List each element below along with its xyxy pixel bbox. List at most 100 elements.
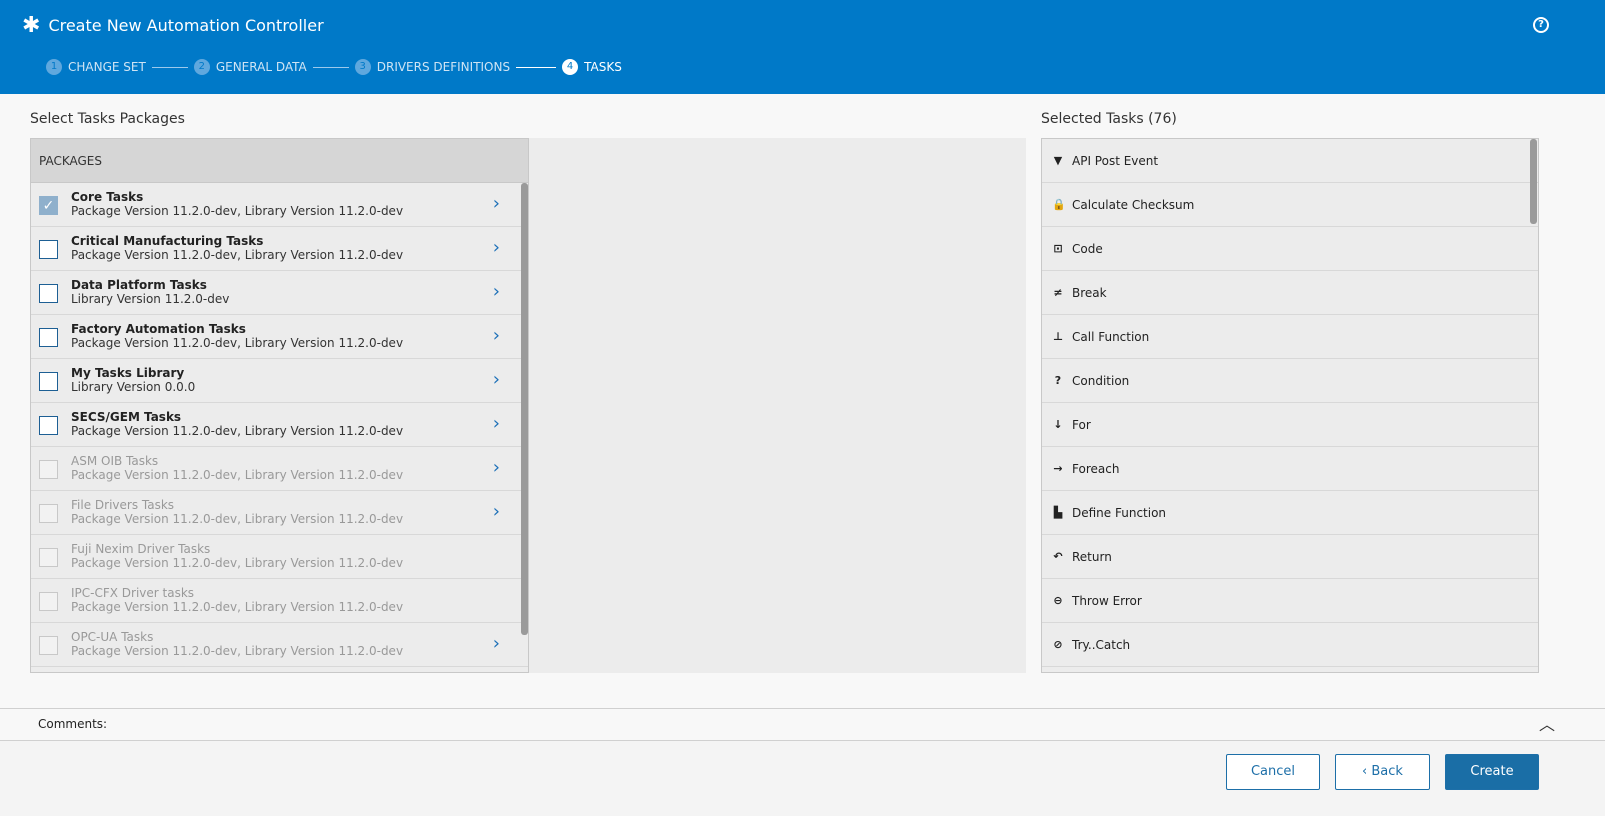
step-drivers-definitions[interactable]: 3 DRIVERS DEFINITIONS — [354, 59, 510, 75]
package-item[interactable]: ✓ Core Tasks Package Version 11.2.0-dev,… — [31, 183, 528, 227]
comments-bar[interactable]: Comments: ︿ — [0, 708, 1605, 741]
package-checkbox[interactable] — [39, 416, 58, 435]
task-item[interactable]: ⊡ Code — [1042, 227, 1538, 271]
package-item[interactable]: Data Platform Tasks Library Version 11.2… — [31, 271, 528, 315]
task-item[interactable]: ⊥ Call Function — [1042, 315, 1538, 359]
step-label: TASKS — [584, 60, 622, 74]
package-checkbox[interactable] — [39, 372, 58, 391]
chevron-right-icon[interactable]: › — [493, 369, 500, 390]
package-checkbox[interactable] — [39, 284, 58, 303]
api-event-icon: ▼ — [1053, 154, 1063, 167]
wizard-steps: 1 CHANGE SET 2 GENERAL DATA 3 DRIVERS DEFIN… — [46, 59, 622, 75]
task-item[interactable]: ≠ Break — [1042, 271, 1538, 315]
package-name: OPC-UA Tasks — [71, 630, 154, 644]
package-item[interactable]: Factory Automation Tasks Package Version… — [31, 315, 528, 359]
undo-icon: ↶ — [1053, 550, 1063, 563]
package-item[interactable]: IPC-CFX Driver tasks Package Version 11.… — [31, 579, 528, 623]
step-connector — [516, 66, 557, 68]
step-general-data[interactable]: 2 GENERAL DATA — [193, 59, 307, 75]
package-item[interactable]: File Drivers Tasks Package Version 11.2.… — [31, 491, 528, 535]
task-item[interactable]: → Foreach — [1042, 447, 1538, 491]
package-version: Package Version 11.2.0-dev, Library Vers… — [71, 556, 404, 570]
try-catch-icon: ⊘ — [1053, 638, 1063, 651]
chevron-right-icon[interactable]: › — [493, 237, 500, 258]
packages-title: Select Tasks Packages — [30, 111, 185, 127]
title-text: Create New Automation Controller — [48, 16, 324, 35]
package-checkbox[interactable] — [39, 636, 58, 655]
task-item[interactable]: ▼ API Post Event — [1042, 139, 1538, 183]
package-version: Package Version 11.2.0-dev, Library Vers… — [71, 204, 404, 218]
step-tasks[interactable]: 4 TASKS — [562, 59, 622, 75]
chevron-right-icon[interactable]: › — [493, 457, 500, 478]
package-name: ASM OIB Tasks — [71, 454, 159, 468]
cancel-button[interactable]: Cancel — [1226, 754, 1320, 790]
footer: Cancel ‹ Back Create — [0, 741, 1605, 816]
hierarchy-icon: ⊥ — [1052, 330, 1064, 343]
package-checkbox[interactable] — [39, 548, 58, 567]
packages-header: PACKAGES — [31, 139, 528, 183]
task-label: Condition — [1072, 373, 1130, 388]
packages-scrollbar[interactable] — [521, 183, 528, 635]
package-checkbox[interactable] — [39, 240, 58, 259]
package-version: Package Version 11.2.0-dev, Library Vers… — [71, 468, 404, 482]
package-version: Package Version 11.2.0-dev, Library Vers… — [71, 248, 404, 262]
chevron-right-icon[interactable]: › — [493, 325, 500, 346]
step-change-set[interactable]: 1 CHANGE SET — [46, 59, 146, 75]
task-label: Calculate Checksum — [1072, 197, 1195, 212]
chevron-up-icon[interactable]: ︿ — [1539, 709, 1555, 740]
package-name: Data Platform Tasks — [71, 278, 207, 292]
package-item[interactable]: OPC-UA Tasks Package Version 11.2.0-dev,… — [31, 623, 528, 667]
create-button[interactable]: Create — [1445, 754, 1539, 790]
package-name: Fuji Nexim Driver Tasks — [71, 542, 211, 556]
step-connector — [312, 66, 349, 68]
package-item[interactable]: SECS/GEM Tasks Package Version 11.2.0-de… — [31, 403, 528, 447]
package-name: Critical Manufacturing Tasks — [71, 234, 264, 248]
lock-icon: 🔒 — [1052, 198, 1066, 211]
chevron-left-icon: ‹ — [1362, 764, 1372, 779]
chevron-right-icon[interactable]: › — [493, 633, 500, 654]
package-checkbox[interactable] — [39, 504, 58, 523]
header: ✱ Create New Automation Controller ? 1 CHA… — [0, 0, 1605, 94]
package-details-area — [529, 138, 1026, 673]
step-connector — [151, 66, 188, 68]
task-item[interactable]: ⊖ Throw Error — [1042, 579, 1538, 623]
question-icon: ? — [1054, 374, 1062, 387]
package-name: File Drivers Tasks — [71, 498, 175, 512]
package-item[interactable]: My Tasks Library Library Version 0.0.0 › — [31, 359, 528, 403]
dialog-title: ✱ Create New Automation Controller — [22, 13, 324, 38]
minus-circle-icon: ⊖ — [1053, 594, 1063, 607]
back-button[interactable]: ‹ Back — [1335, 754, 1430, 790]
package-version: Package Version 11.2.0-dev, Library Vers… — [71, 512, 404, 526]
task-item[interactable]: ? Condition — [1042, 359, 1538, 403]
terminal-icon: ⊡ — [1053, 242, 1063, 255]
step-number: 3 — [354, 59, 371, 75]
package-checkbox[interactable] — [39, 460, 58, 479]
help-icon[interactable]: ? — [1533, 17, 1549, 33]
chevron-right-icon[interactable]: › — [493, 413, 500, 434]
chevron-right-icon[interactable]: › — [493, 193, 500, 214]
package-version: Package Version 11.2.0-dev, Library Vers… — [71, 644, 404, 658]
task-label: For — [1072, 417, 1091, 432]
chevron-right-icon[interactable]: › — [493, 281, 500, 302]
task-item[interactable]: ↶ Return — [1042, 535, 1538, 579]
package-item[interactable]: ASM OIB Tasks Package Version 11.2.0-dev… — [31, 447, 528, 491]
package-name: Core Tasks — [71, 190, 144, 204]
package-name: Factory Automation Tasks — [71, 322, 246, 336]
package-item[interactable]: Fuji Nexim Driver Tasks Package Version … — [31, 535, 528, 579]
task-item[interactable]: ↓ For — [1042, 403, 1538, 447]
package-checkbox[interactable]: ✓ — [39, 196, 58, 215]
package-checkbox[interactable] — [39, 328, 58, 347]
task-item[interactable]: ⊘ Try..Catch — [1042, 623, 1538, 667]
foreach-icon: → — [1053, 462, 1063, 475]
step-number: 2 — [193, 59, 210, 75]
task-item[interactable]: ▙ Define Function — [1042, 491, 1538, 535]
tasks-scrollbar[interactable] — [1530, 139, 1537, 224]
package-item[interactable]: Critical Manufacturing Tasks Package Ver… — [31, 227, 528, 271]
chevron-right-icon[interactable]: › — [493, 501, 500, 522]
step-number: 1 — [46, 59, 62, 75]
comments-label: Comments: — [38, 717, 108, 731]
package-checkbox[interactable] — [39, 592, 58, 611]
selected-tasks-title: Selected Tasks (76) — [1041, 111, 1177, 127]
task-label: Return — [1072, 549, 1112, 564]
task-item[interactable]: 🔒 Calculate Checksum — [1042, 183, 1538, 227]
